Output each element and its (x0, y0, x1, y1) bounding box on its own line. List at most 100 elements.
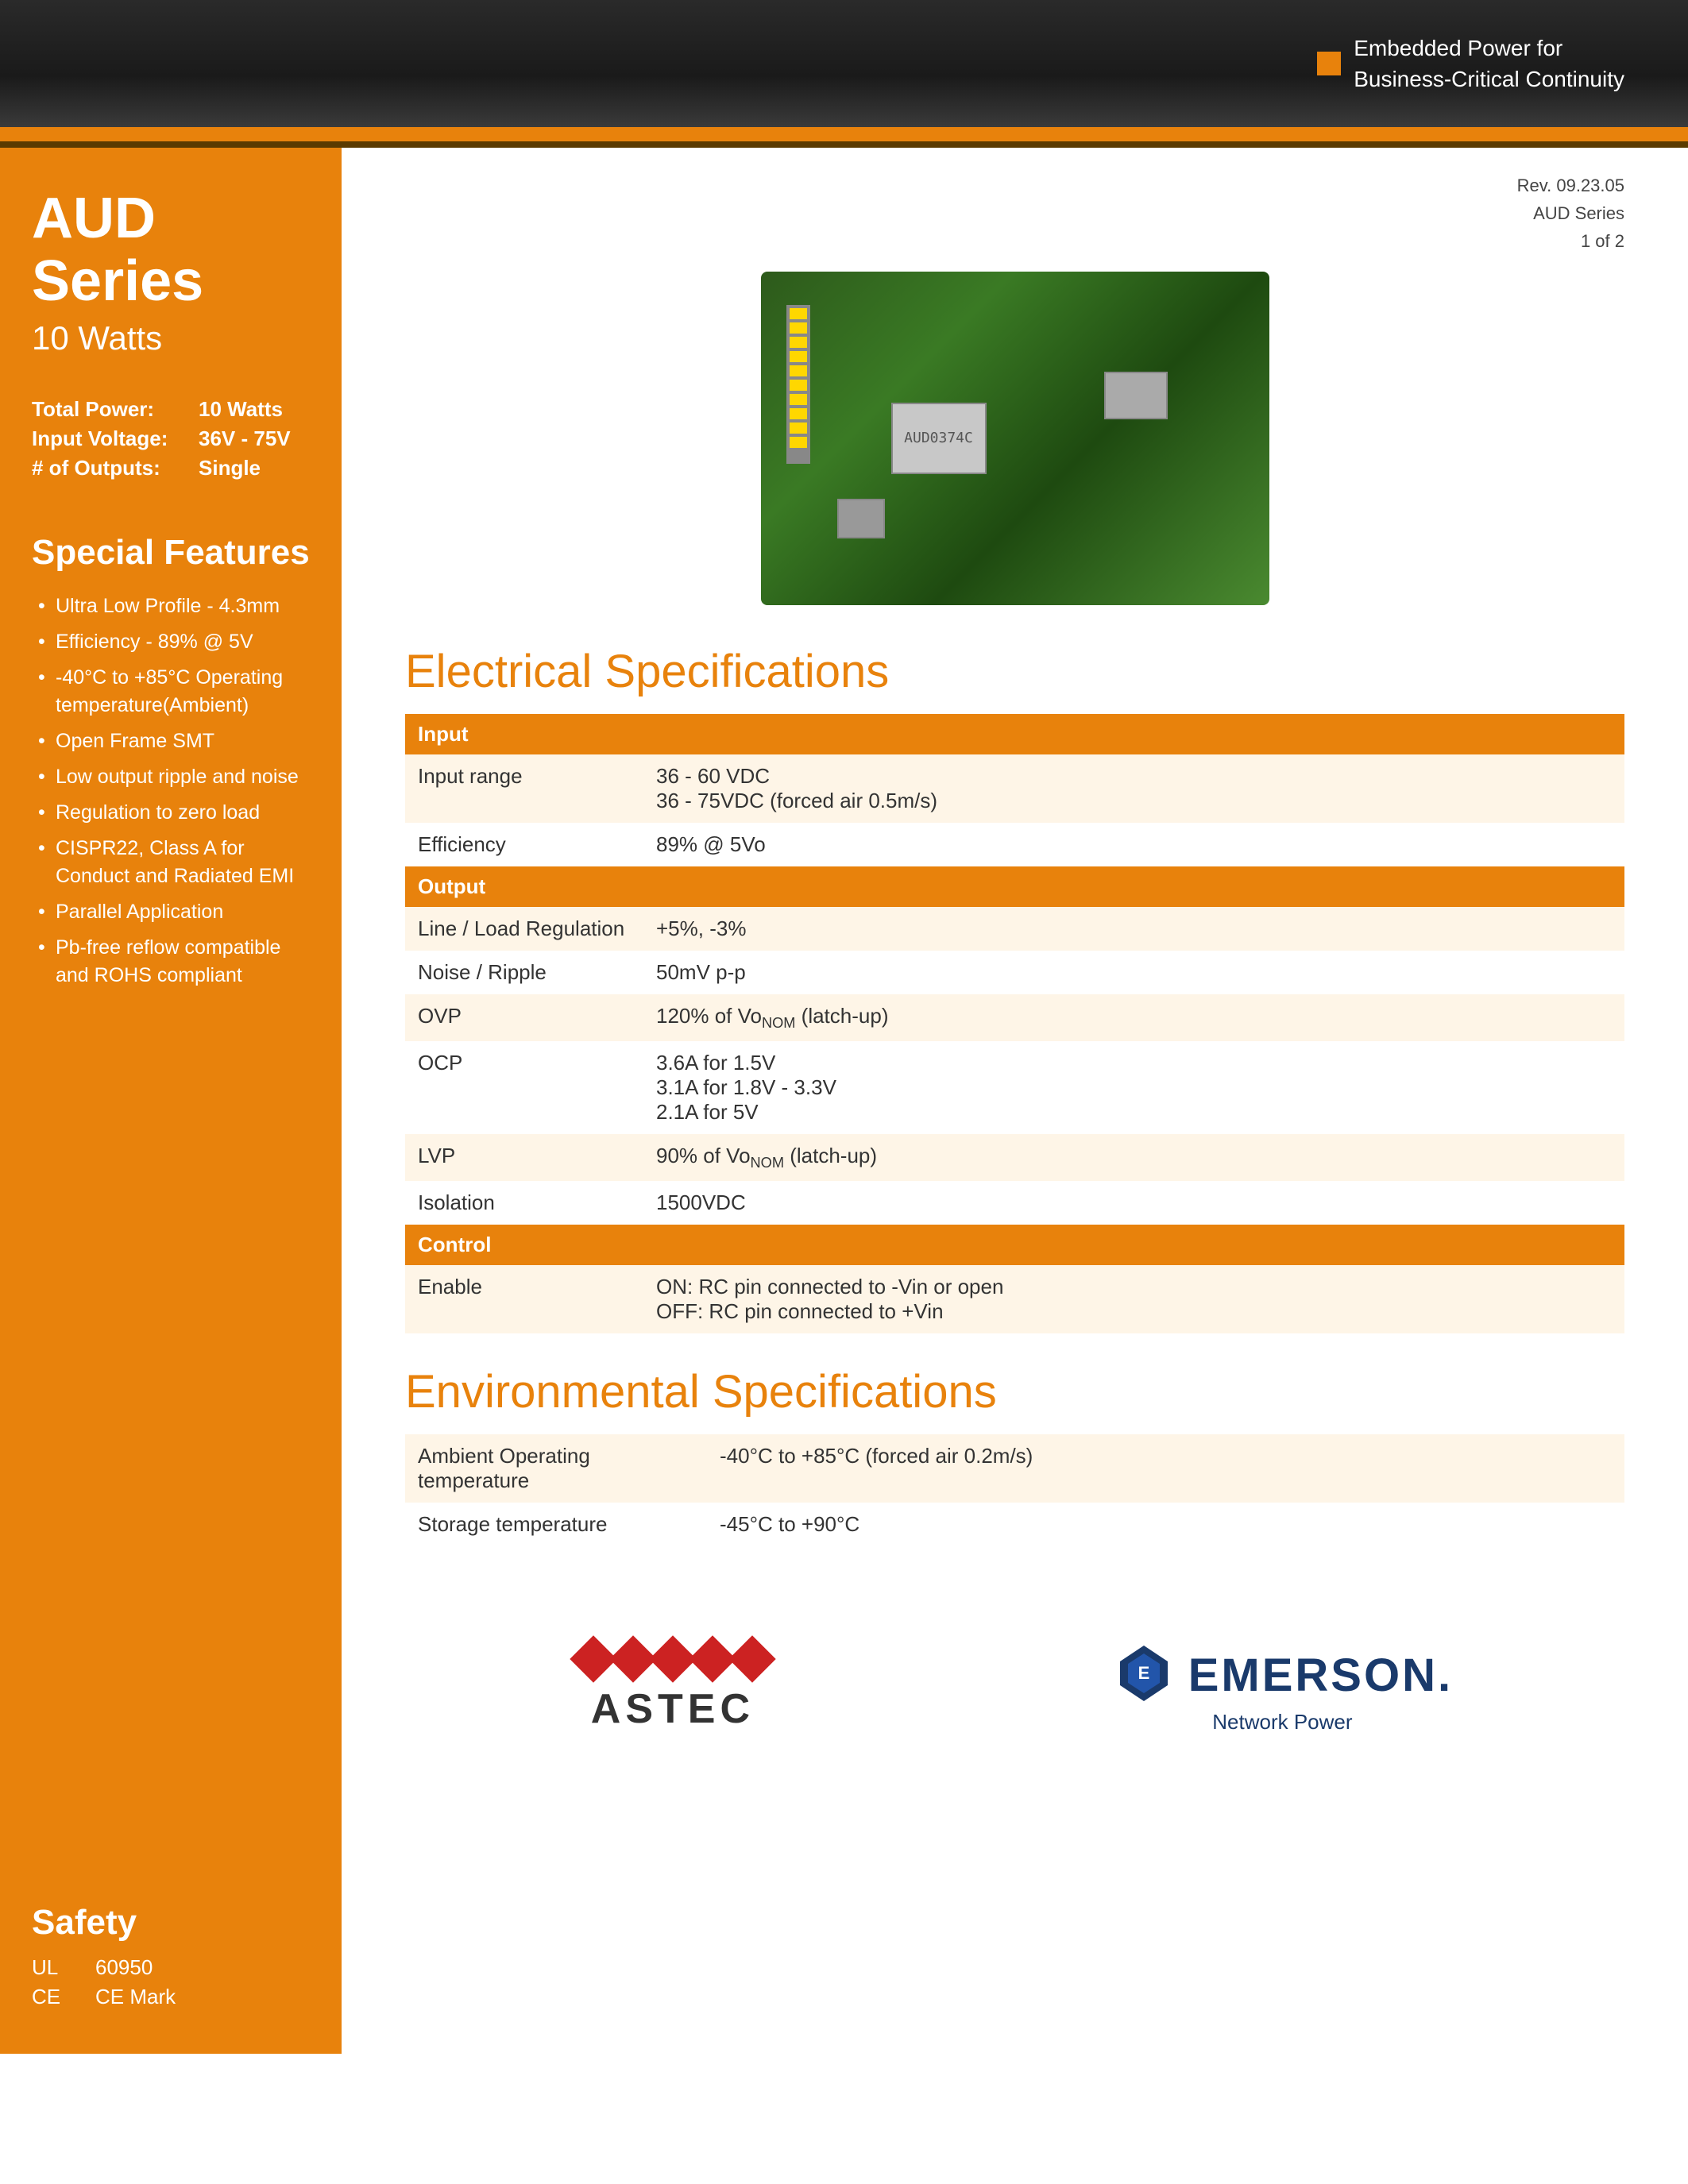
content: Rev. 09.23.05 AUD Series 1 of 2 (342, 148, 1688, 2054)
value-cell: 120% of VoNOM (latch-up) (643, 994, 1624, 1041)
spec-row-power: Total Power: 10 Watts (32, 397, 310, 422)
table-row: Input range 36 - 60 VDC 36 - 75VDC (forc… (405, 754, 1624, 823)
safety-row-ul: UL 60950 (32, 1955, 310, 1980)
list-item: Regulation to zero load (32, 795, 310, 831)
value-cell: 90% of VoNOM (latch-up) (643, 1134, 1624, 1181)
input-header-row: Input (405, 714, 1624, 754)
emerson-top: E EMERSON. (1112, 1642, 1453, 1710)
safety-label-ul: UL (32, 1955, 79, 1980)
safety-row-ce: CE CE Mark (32, 1985, 310, 2009)
table-row: Ambient Operating temperature -40°C to +… (405, 1434, 1624, 1503)
value-cell: 36 - 60 VDC 36 - 75VDC (forced air 0.5m/… (643, 754, 1624, 823)
series-subtitle: 10 Watts (32, 319, 310, 357)
value-cell: -45°C to +90°C (707, 1503, 1624, 1546)
table-row: Line / Load Regulation +5%, -3% (405, 907, 1624, 951)
pcb-pin (790, 437, 807, 448)
label-cell: Input range (405, 754, 643, 823)
astec-text: ASTEC (591, 1685, 755, 1733)
rev-info: Rev. 09.23.05 AUD Series 1 of 2 (405, 172, 1624, 256)
pcb-third-chip (837, 499, 885, 538)
list-item: Parallel Application (32, 894, 310, 930)
spec-row-outputs: # of Outputs: Single (32, 456, 310, 480)
label-cell: LVP (405, 1134, 643, 1181)
emerson-icon: E (1112, 1642, 1176, 1705)
label-cell: Line / Load Regulation (405, 907, 643, 951)
product-image: AUD0374C (761, 272, 1269, 605)
pcb-pin (790, 394, 807, 405)
table-row: Storage temperature -45°C to +90°C (405, 1503, 1624, 1546)
product-image-container: AUD0374C (405, 272, 1624, 605)
specs-block: Total Power: 10 Watts Input Voltage: 36V… (32, 397, 310, 485)
pcb-pin (790, 408, 807, 419)
table-row: Enable ON: RC pin connected to -Vin or o… (405, 1265, 1624, 1333)
pcb-pin (790, 308, 807, 319)
accent-bar-dark (0, 141, 1688, 148)
label-cell: Enable (405, 1265, 643, 1333)
footer-logos: ASTEC E EMERSON. Network Power (405, 1642, 1624, 1766)
table-row: OCP 3.6A for 1.5V 3.1A for 1.8V - 3.3V 2… (405, 1041, 1624, 1134)
astec-diamonds (577, 1642, 769, 1676)
label-cell: OCP (405, 1041, 643, 1134)
features-list: Ultra Low Profile - 4.3mm Efficiency - 8… (32, 588, 310, 994)
diamond-icon (728, 1636, 775, 1683)
value-cell: ON: RC pin connected to -Vin or open OFF… (643, 1265, 1624, 1333)
safety-title: Safety (32, 1903, 310, 1943)
emerson-sub: Network Power (1212, 1710, 1352, 1734)
spec-value-outputs: Single (199, 456, 261, 480)
features-section: Special Features Ultra Low Profile - 4.3… (32, 533, 310, 1855)
label-cell: Noise / Ripple (405, 951, 643, 994)
safety-section: Safety UL 60950 CE CE Mark (32, 1855, 310, 2014)
emerson-logo: E EMERSON. Network Power (1112, 1642, 1453, 1734)
list-item: Ultra Low Profile - 4.3mm (32, 588, 310, 624)
list-item: Open Frame SMT (32, 723, 310, 759)
table-row: OVP 120% of VoNOM (latch-up) (405, 994, 1624, 1041)
output-header-cell: Output (405, 866, 1624, 907)
table-row: Noise / Ripple 50mV p-p (405, 951, 1624, 994)
environmental-specs-heading: Environmental Specifications (405, 1365, 1624, 1418)
output-header-row: Output (405, 866, 1624, 907)
value-cell: +5%, -3% (643, 907, 1624, 951)
spec-label-power: Total Power: (32, 397, 191, 422)
label-cell: Ambient Operating temperature (405, 1434, 707, 1503)
value-cell: 50mV p-p (643, 951, 1624, 994)
table-row: LVP 90% of VoNOM (latch-up) (405, 1134, 1624, 1181)
features-title: Special Features (32, 533, 310, 573)
label-cell: Efficiency (405, 823, 643, 866)
list-item: Low output ripple and noise (32, 759, 310, 795)
control-header-cell: Control (405, 1225, 1624, 1265)
label-cell: Storage temperature (405, 1503, 707, 1546)
svg-text:E: E (1138, 1663, 1149, 1683)
spec-label-voltage: Input Voltage: (32, 426, 191, 451)
astec-logo: ASTEC (577, 1642, 769, 1733)
value-cell: 89% @ 5Vo (643, 823, 1624, 866)
spec-value-power: 10 Watts (199, 397, 283, 422)
spec-label-outputs: # of Outputs: (32, 456, 191, 480)
safety-label-ce: CE (32, 1985, 79, 2009)
spec-value-voltage: 36V - 75V (199, 426, 291, 451)
list-item: Efficiency - 89% @ 5V (32, 624, 310, 660)
pcb-pin (790, 337, 807, 348)
pcb-pin (790, 351, 807, 362)
header-brand: Embedded Power for Business-Critical Con… (1317, 33, 1624, 95)
pcb-pin (790, 365, 807, 376)
electrical-specs-table: Input Input range 36 - 60 VDC 36 - 75VDC… (405, 714, 1624, 1333)
main-layout: AUD Series 10 Watts Total Power: 10 Watt… (0, 148, 1688, 2054)
pcb-pin (790, 322, 807, 334)
pcb-main-chip: AUD0374C (891, 403, 987, 474)
sidebar: AUD Series 10 Watts Total Power: 10 Watt… (0, 148, 342, 2054)
series-title: AUD Series (32, 187, 310, 313)
control-header-row: Control (405, 1225, 1624, 1265)
list-item: CISPR22, Class A for Conduct and Radiate… (32, 831, 310, 894)
spec-row-voltage: Input Voltage: 36V - 75V (32, 426, 310, 451)
value-cell: -40°C to +85°C (forced air 0.2m/s) (707, 1434, 1624, 1503)
pcb-connector (786, 305, 810, 464)
pcb-secondary-chip (1104, 372, 1168, 419)
environmental-specs-table: Ambient Operating temperature -40°C to +… (405, 1434, 1624, 1546)
safety-value-ce: CE Mark (95, 1985, 176, 2009)
value-cell: 1500VDC (643, 1181, 1624, 1225)
safety-value-ul: 60950 (95, 1955, 153, 1980)
input-header-cell: Input (405, 714, 1624, 754)
value-cell: 3.6A for 1.5V 3.1A for 1.8V - 3.3V 2.1A … (643, 1041, 1624, 1134)
list-item: Pb-free reflow compatible and ROHS compl… (32, 930, 310, 994)
label-cell: Isolation (405, 1181, 643, 1225)
